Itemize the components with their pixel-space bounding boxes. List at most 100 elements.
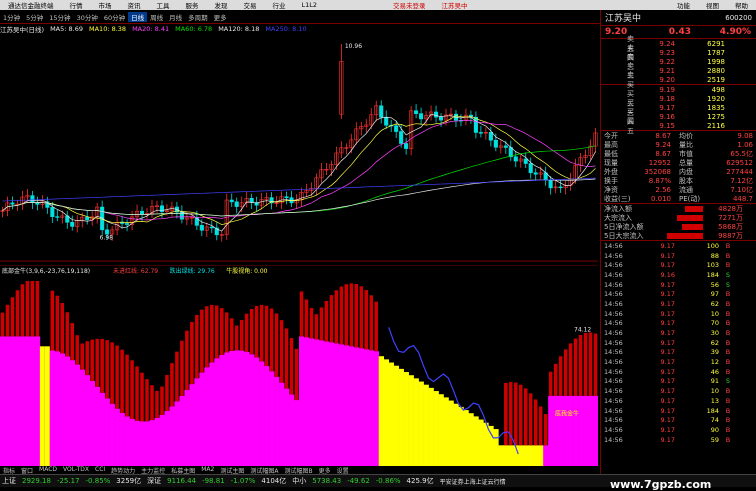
oscillator-chart[interactable]: 底部金牛(3,9,6,-23,76,19,118) 未进红线: 62.79 跌出绿线… <box>0 265 598 477</box>
tick-volume: 13 <box>710 396 719 405</box>
menu-item-6[interactable]: 发现 <box>207 0 236 10</box>
menu-item-5[interactable]: 服务 <box>178 0 207 10</box>
indicator-tab-1[interactable]: 窗口 <box>18 466 36 475</box>
period-tab-3[interactable]: 30分钟 <box>74 12 101 22</box>
menu-bar: 通达信金融终端 行情 市场 资讯 工具 服务 发现 交易 行业 L1L2 交易未登录 江苏吴中 功能 视图… <box>0 0 756 10</box>
tick-side: B <box>725 387 731 396</box>
period-tab-4[interactable]: 60分钟 <box>101 12 128 22</box>
osc-bar <box>4 336 11 477</box>
indicator-tab-3[interactable]: VOL-TDX <box>60 466 92 474</box>
tick-row: 14:56 9.17 46 B <box>601 367 756 377</box>
candle <box>473 111 478 139</box>
menu-item-4[interactable]: 工具 <box>149 0 178 10</box>
period-tab-5[interactable]: 日线 <box>128 11 148 22</box>
ma-label-5: MA250: 8.10 <box>265 25 307 33</box>
menu-right-1[interactable]: 视图 <box>698 0 727 10</box>
price-change: 0.43 <box>668 27 691 37</box>
indicator-tab-9[interactable]: 测试主图 <box>217 466 247 475</box>
indicator-tab-5[interactable]: 趋势动力 <box>108 466 138 475</box>
menu-item-3[interactable]: 资讯 <box>120 0 149 10</box>
osc-bar <box>89 380 95 477</box>
period-tab-2[interactable]: 15分钟 <box>46 12 73 22</box>
osc-bar <box>79 369 86 477</box>
candle <box>244 191 249 208</box>
chart-title: 江苏吴中(日线) <box>0 26 45 34</box>
tick-time: 14:56 <box>604 377 623 386</box>
candle <box>528 157 533 179</box>
bid-book: 买一 9.19 498 买二 9.18 1920 买三 9.17 1835 买四 9.16 1275 买… <box>601 81 756 135</box>
menu-item-2[interactable]: 市场 <box>91 0 120 10</box>
menu-item-7[interactable]: 交易 <box>236 0 265 10</box>
candle <box>70 215 75 231</box>
period-tab-0[interactable]: 1分钟 <box>0 12 23 22</box>
candle <box>149 199 155 218</box>
indicator-tab-4[interactable]: CCI <box>92 466 108 474</box>
osc-bar <box>0 336 6 477</box>
osc-bar <box>274 376 280 477</box>
osc-title-2: 跌出绿线: 29.76 <box>170 267 215 275</box>
period-tab-9[interactable]: 更多 <box>211 12 230 22</box>
ma-line-250 <box>2 177 596 202</box>
indicator-tab-12[interactable]: 更多 <box>316 466 334 475</box>
indicator-tab-7[interactable]: 私募主图 <box>168 466 198 475</box>
ma-label-2: MA20: 8.41 <box>132 25 170 33</box>
menu-item-0[interactable]: 通达信金融终端 <box>0 0 62 10</box>
candle <box>548 176 553 195</box>
menu-item-9[interactable]: L1L2 <box>294 1 326 9</box>
osc-bar <box>593 395 598 477</box>
candle <box>40 195 45 209</box>
period-tab-6[interactable]: 周线 <box>147 12 166 22</box>
period-tab-1[interactable]: 5分钟 <box>23 12 46 22</box>
tick-row: 14:56 9.17 12 B <box>601 357 756 367</box>
menu-item-1[interactable]: 行情 <box>62 0 91 10</box>
login-status[interactable]: 交易未登录 <box>385 0 434 10</box>
indicator-tab-13[interactable]: 设置 <box>334 466 352 475</box>
tick-time: 14:56 <box>604 416 623 425</box>
indicator-tab-0[interactable]: 指标 <box>0 466 18 475</box>
price-chart[interactable]: 10.96 6.98 <box>0 34 598 262</box>
period-tab-7[interactable]: 月线 <box>166 12 185 22</box>
tick-price: 9.17 <box>660 358 675 367</box>
candle <box>219 230 224 242</box>
candle <box>453 110 459 128</box>
ask-price: 9.20 <box>659 75 675 84</box>
tick-time: 14:56 <box>604 348 623 357</box>
stat-value: 2.56 <box>655 185 671 194</box>
ma-label-4: MA120: 8.18 <box>218 25 260 33</box>
osc-bar <box>74 364 81 477</box>
tick-price: 9.16 <box>660 270 675 279</box>
candle <box>294 194 299 209</box>
index-change: -98.81 <box>202 477 225 485</box>
osc-bar <box>54 351 61 477</box>
osc-bar <box>29 336 36 477</box>
tick-time: 14:56 <box>604 329 623 338</box>
menu-right-0[interactable]: 功能 <box>669 0 698 10</box>
menu-item-8[interactable]: 行业 <box>265 0 294 10</box>
tick-price: 9.17 <box>660 241 675 250</box>
candle <box>169 201 174 218</box>
tick-volume: 12 <box>710 358 719 367</box>
candle <box>75 215 80 233</box>
tick-price: 9.17 <box>660 348 675 357</box>
index-amount: 3259亿 <box>116 477 142 485</box>
candle <box>458 114 464 127</box>
osc-label: 底我金牛 <box>555 410 579 418</box>
osc-bar <box>299 336 305 477</box>
candle <box>319 163 324 183</box>
tick-volume: 56 <box>710 280 719 289</box>
candle <box>498 140 503 154</box>
tick-side: B <box>725 358 731 367</box>
menu-right-2[interactable]: 帮助 <box>727 0 756 10</box>
flow-bar <box>667 232 703 239</box>
candle <box>419 107 424 125</box>
indicator-tab-2[interactable]: MACD <box>36 466 60 474</box>
tick-row: 14:56 9.17 13 B <box>601 396 756 406</box>
flow-label: 5日大宗流入 <box>604 231 644 240</box>
indicator-tab-10[interactable]: 测试幅图A <box>247 466 281 475</box>
indicator-tab-8[interactable]: MA2 <box>198 466 217 474</box>
indicator-tab-6[interactable]: 主力监控 <box>138 466 168 475</box>
period-tab-8[interactable]: 多周期 <box>185 12 211 22</box>
tick-row: 14:56 9.17 62 B <box>601 299 756 309</box>
indicator-tab-11[interactable]: 测试幅图B <box>281 466 315 475</box>
tick-row: 14:56 9.17 39 B <box>601 348 756 358</box>
